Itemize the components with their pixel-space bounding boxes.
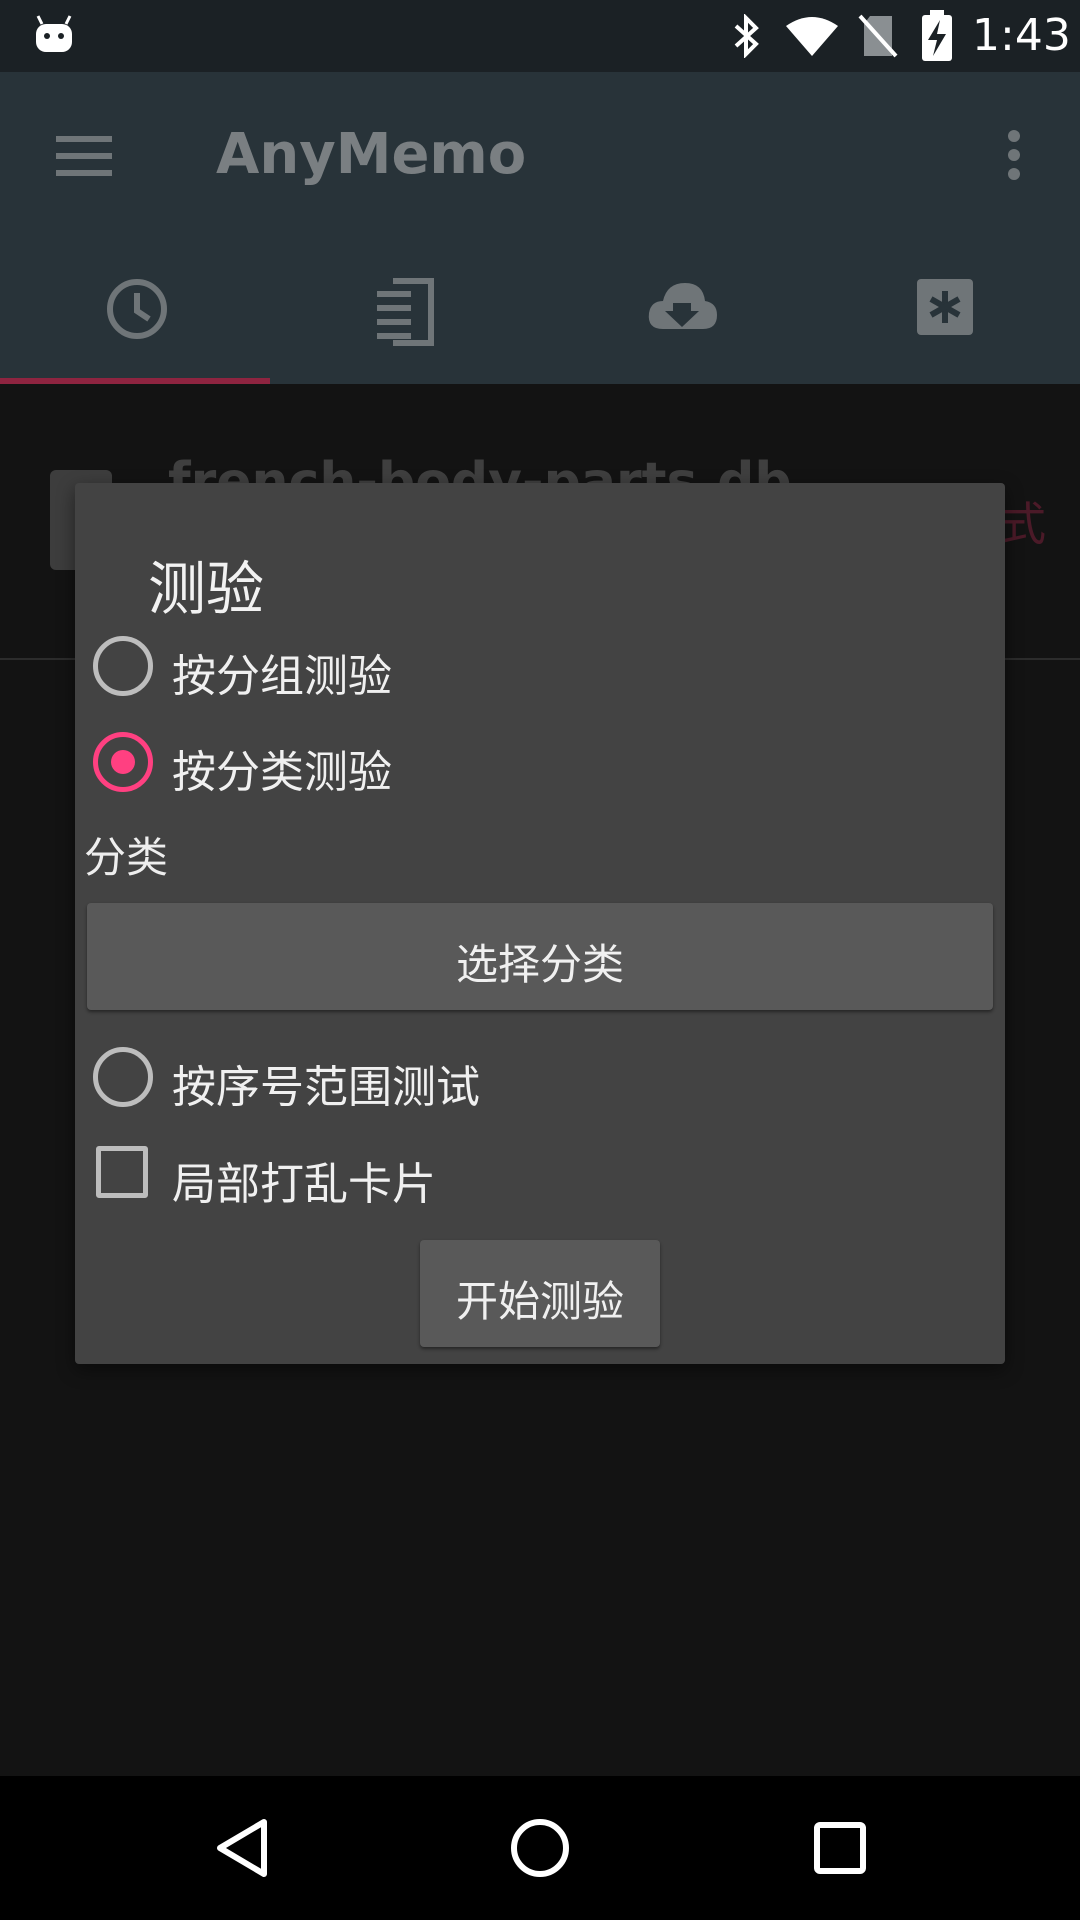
select-category-button[interactable]: 选择分类 xyxy=(87,903,993,1010)
radio-quiz-by-range[interactable] xyxy=(93,1047,153,1107)
more-options-icon[interactable] xyxy=(1006,130,1022,180)
recents-square-icon xyxy=(814,1822,866,1874)
start-quiz-button-label: 开始测验 xyxy=(455,1277,624,1326)
radio-quiz-by-category[interactable] xyxy=(93,732,153,792)
dialog-title: 测验 xyxy=(148,555,265,623)
shuffle-cards-checkbox[interactable] xyxy=(96,1146,148,1198)
option-label-range[interactable]: 按序号范围测试 xyxy=(172,1051,480,1115)
clock-icon xyxy=(107,279,167,339)
bluetooth-icon xyxy=(734,14,759,58)
hamburger-menu-icon[interactable] xyxy=(56,136,112,176)
battery-charging-icon xyxy=(922,10,952,61)
list-item-side-text: 式 xyxy=(1000,497,1046,551)
status-time: 1:43 xyxy=(972,10,1071,61)
android-robot-icon xyxy=(36,15,72,52)
option-label-group[interactable]: 按分组测验 xyxy=(172,640,392,704)
navigation-bar xyxy=(0,1776,1080,1920)
radio-quiz-by-group[interactable] xyxy=(93,636,153,696)
app-title: AnyMemo xyxy=(216,122,527,187)
option-label-category[interactable]: 按分类测验 xyxy=(172,736,392,800)
back-triangle-icon xyxy=(217,1819,267,1877)
tab-recent[interactable] xyxy=(0,232,270,384)
nav-home-button[interactable] xyxy=(480,1776,600,1920)
wifi-icon xyxy=(786,17,838,56)
tab-misc[interactable] xyxy=(810,232,1080,384)
tab-documents[interactable] xyxy=(270,232,540,384)
nav-recents-button[interactable] xyxy=(780,1776,900,1920)
shuffle-cards-label[interactable]: 局部打乱卡片 xyxy=(172,1148,436,1212)
category-label: 分类 xyxy=(84,833,169,882)
tab-download[interactable] xyxy=(540,232,810,384)
nav-back-button[interactable] xyxy=(182,1776,302,1920)
status-bar: 1:43 xyxy=(0,0,1080,72)
home-circle-icon xyxy=(511,1819,569,1877)
select-category-button-label: 选择分类 xyxy=(455,940,624,989)
start-quiz-button[interactable]: 开始测验 xyxy=(420,1240,660,1347)
tab-bar xyxy=(0,232,1080,384)
document-list-icon xyxy=(377,278,434,346)
no-sim-icon xyxy=(858,14,898,58)
cloud-download-icon xyxy=(648,283,717,329)
asterisk-box-icon xyxy=(917,279,973,335)
